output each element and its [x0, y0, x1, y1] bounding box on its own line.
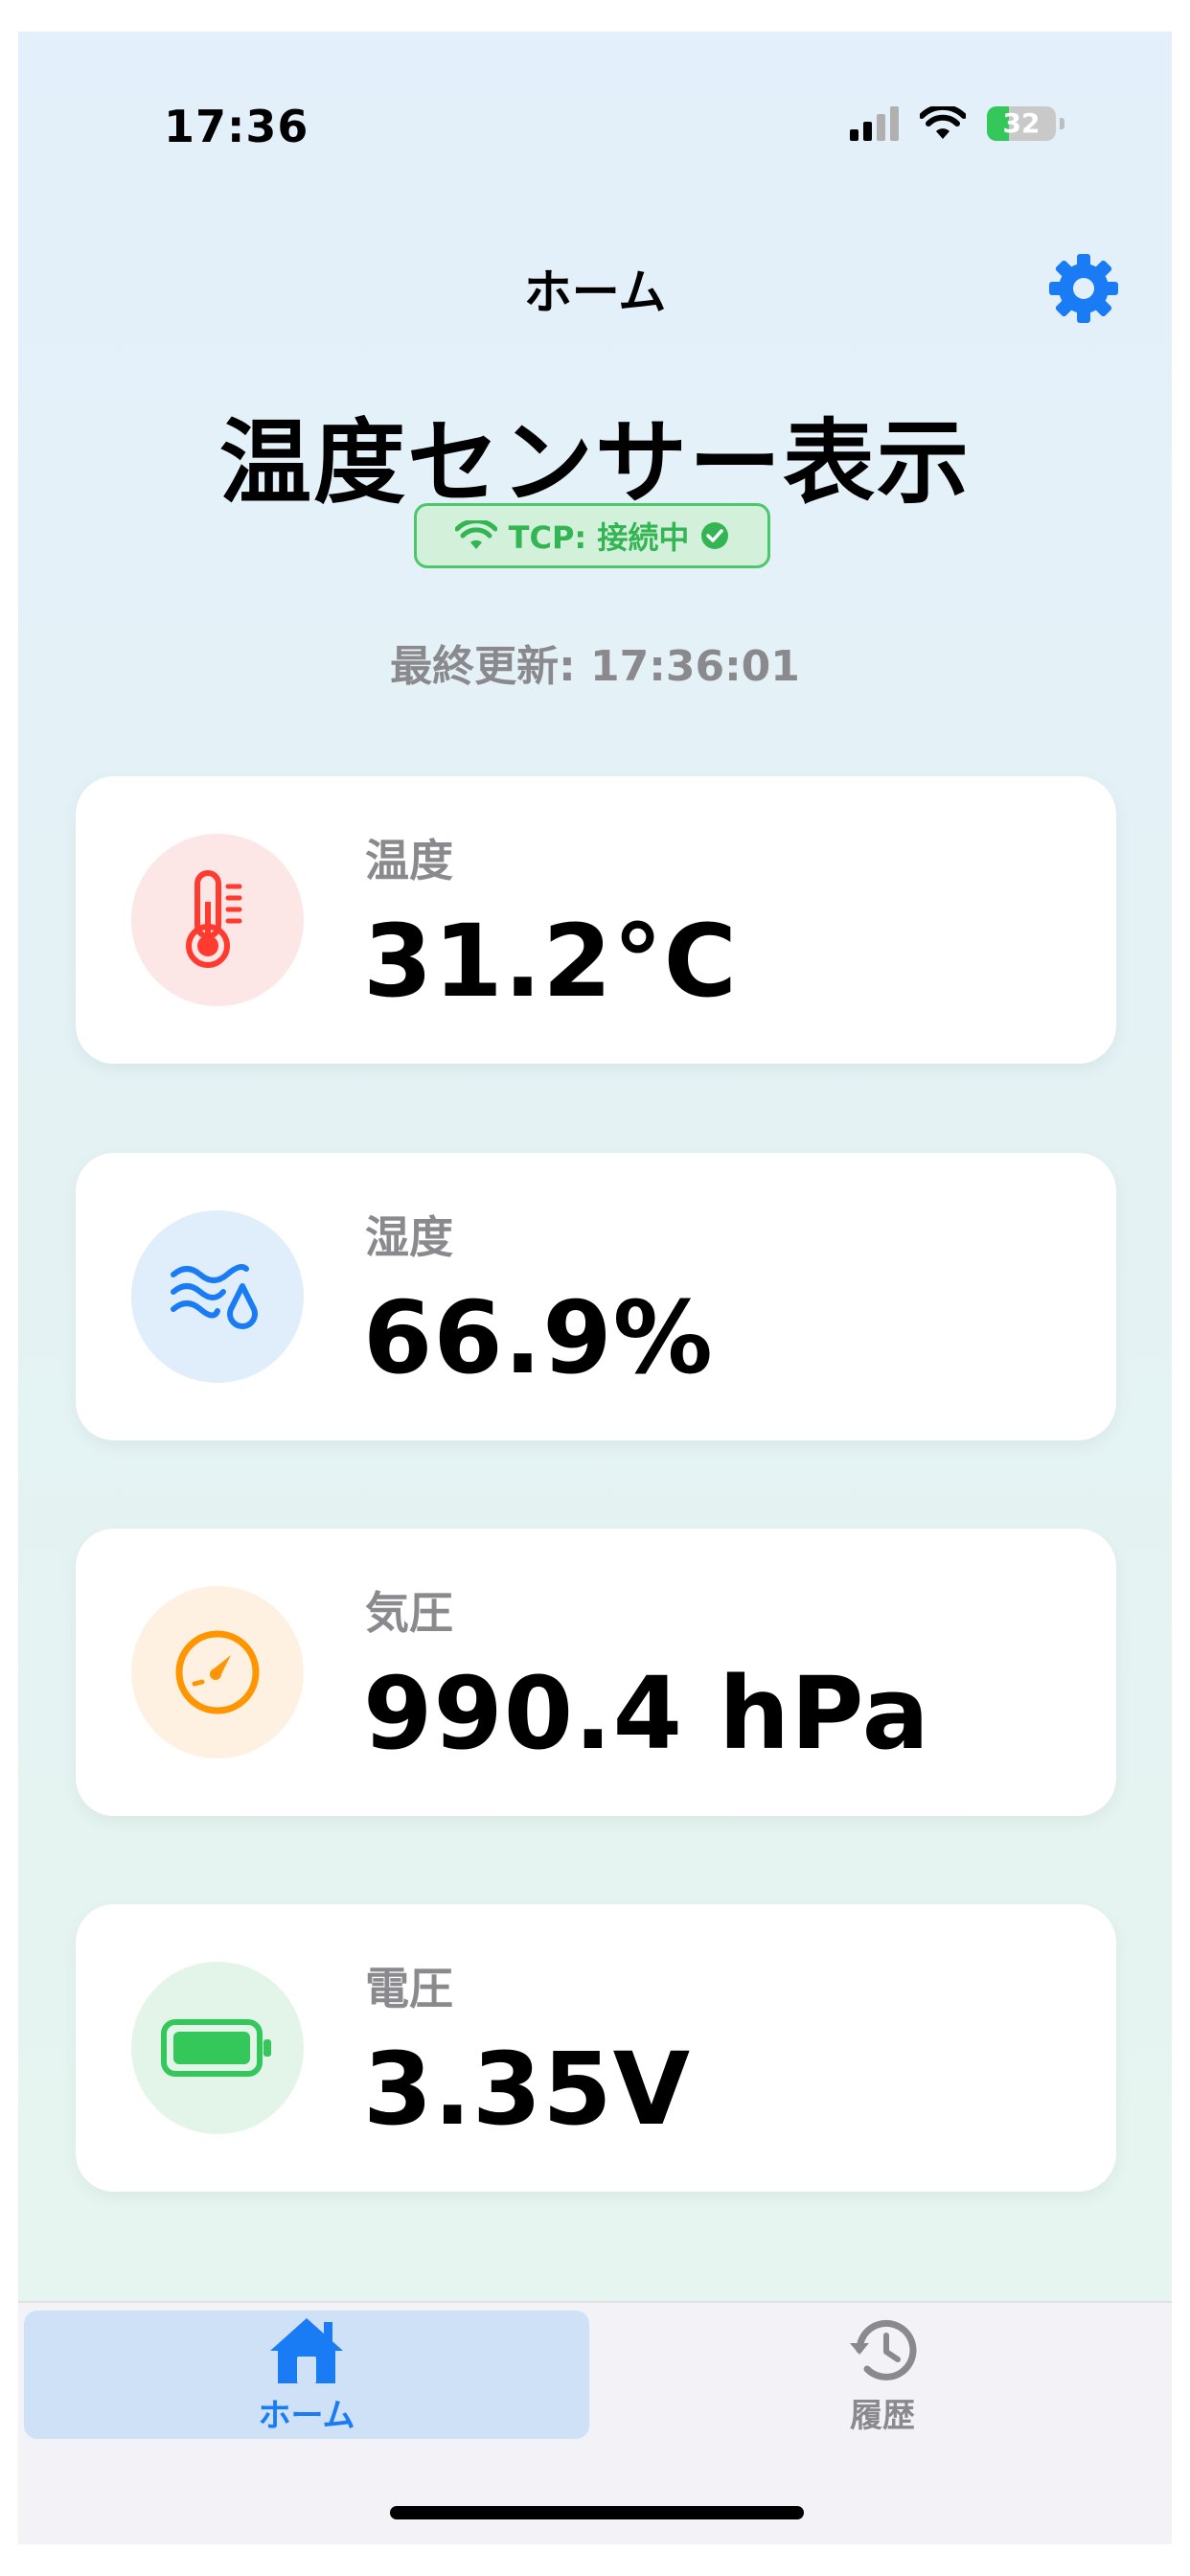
pressure-label: 気圧	[365, 1587, 453, 1639]
voltage-card: 電圧 3.35V	[76, 1904, 1116, 2192]
house-icon	[270, 2317, 343, 2383]
connection-status-badge: TCP: 接続中	[414, 503, 770, 568]
voltage-label: 電圧	[365, 1963, 453, 2014]
tab-home-label: ホーム	[258, 2396, 355, 2435]
temperature-label: 温度	[365, 835, 453, 886]
tab-history[interactable]: 履歴	[599, 2311, 1166, 2439]
cellular-signal-icon	[850, 106, 899, 141]
wifi-icon	[920, 106, 966, 139]
humidity-label: 湿度	[365, 1211, 453, 1263]
checkmark-circle-icon	[701, 522, 729, 549]
tab-history-label: 履歴	[850, 2396, 915, 2435]
temperature-card: 温度 31.2°C	[76, 776, 1116, 1064]
home-indicator	[390, 2506, 804, 2519]
tab-bar: ホーム 履歴	[18, 2301, 1172, 2544]
pressure-icon-circle	[131, 1586, 304, 1759]
thermometer-icon	[186, 870, 242, 968]
temperature-value: 31.2°C	[363, 903, 738, 1020]
humidity-icon	[171, 1264, 258, 1329]
status-indicators: 32	[850, 106, 1064, 141]
page-title: 温度センサー表示	[219, 409, 971, 517]
battery-level: 32	[1002, 107, 1041, 139]
voltage-icon-circle	[131, 1962, 304, 2134]
pressure-card: 気圧 990.4 hPa	[76, 1529, 1116, 1816]
app-screen: 17:36 32 ホーム 温度センサー表示 TCP: 接続中 最終更新: 17:…	[18, 32, 1172, 2544]
history-icon	[850, 2319, 917, 2380]
humidity-card: 湿度 66.9%	[76, 1153, 1116, 1440]
humidity-value: 66.9%	[363, 1279, 714, 1396]
battery-indicator: 32	[987, 106, 1056, 141]
tab-home[interactable]: ホーム	[24, 2311, 589, 2439]
gauge-icon	[175, 1630, 260, 1714]
temperature-icon-circle	[131, 834, 304, 1006]
gear-icon[interactable]	[1045, 250, 1122, 327]
humidity-icon-circle	[131, 1210, 304, 1383]
battery-icon	[161, 2019, 271, 2077]
nav-title: ホーム	[523, 264, 667, 320]
pressure-value: 990.4 hPa	[363, 1655, 930, 1772]
status-time: 17:36	[164, 101, 309, 152]
battery-cap	[1060, 118, 1064, 129]
voltage-value: 3.35V	[363, 2031, 692, 2148]
wifi-icon	[454, 520, 497, 549]
connection-status-text: TCP: 接続中	[508, 519, 690, 556]
last-updated-text: 最終更新: 17:36:01	[390, 642, 800, 691]
